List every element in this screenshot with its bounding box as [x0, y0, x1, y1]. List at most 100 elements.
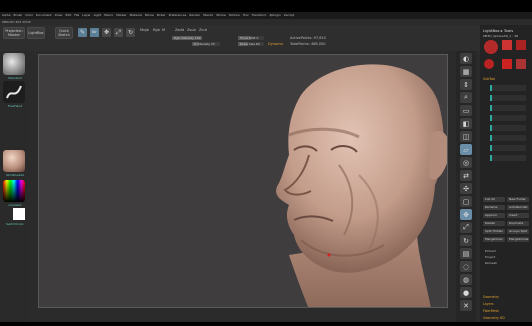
subtool-slot[interactable]	[490, 155, 526, 161]
split-hidden-button[interactable]: Split Hidden	[483, 229, 505, 234]
polyf-button[interactable]: ▤	[460, 248, 472, 259]
zsub-toggle[interactable]: Zsub	[187, 28, 196, 32]
menu-stencil[interactable]: Stencil	[203, 12, 213, 19]
geometry-hd-section[interactable]: Geometry HD	[483, 316, 505, 320]
scale-button[interactable]: ⤢	[114, 28, 123, 37]
tool-thumb-polymesh[interactable]	[502, 59, 512, 69]
move-button[interactable]: ✥	[102, 28, 111, 37]
local-button[interactable]: ◎	[460, 157, 472, 168]
projection-master-button[interactable]: Projection Master	[3, 27, 25, 39]
document-canvas[interactable]	[38, 54, 448, 308]
merge-down-button[interactable]: MergeDown	[483, 237, 505, 242]
mrgb-toggle[interactable]: Mrgb	[140, 28, 149, 32]
persp-button[interactable]: ◫	[460, 131, 472, 142]
tool-thumb-sphere[interactable]	[484, 59, 494, 69]
rgb-intensity-slider[interactable]: Rgb Intensity 100	[172, 36, 202, 40]
groups-split-button[interactable]: Groups Split	[507, 229, 529, 234]
rename-button[interactable]: Rename	[483, 205, 505, 210]
fibermesh-section[interactable]: FiberMesh	[483, 309, 499, 313]
tool-thumb-cylinder[interactable]	[516, 40, 526, 50]
aahalf-button[interactable]: ◧	[460, 118, 472, 129]
rgb-toggle[interactable]: Rgb	[153, 28, 160, 32]
quick-sketch-button[interactable]: Quick Sketch	[55, 27, 73, 39]
tray-title[interactable]: LightBox ▸ Tools	[483, 28, 513, 33]
subtool-slot[interactable]	[490, 125, 526, 131]
draw-button[interactable]: ✏	[90, 28, 99, 37]
menu-color[interactable]: Color	[25, 12, 33, 19]
menu-movie[interactable]: Movie	[145, 12, 154, 19]
menu-edit[interactable]: Edit	[65, 12, 71, 19]
secondary-color-swatch[interactable]	[13, 208, 25, 220]
brush-thumbnail[interactable]	[3, 53, 25, 75]
draw-size-slider[interactable]: Draw Size 64	[238, 42, 264, 46]
tool-thumb-cube[interactable]	[502, 40, 512, 50]
menu-light[interactable]: Light	[94, 12, 102, 19]
geometry-section[interactable]: Geometry	[483, 295, 499, 299]
subtool-slot[interactable]	[490, 95, 526, 101]
menu-brush[interactable]: Brush	[14, 12, 23, 19]
menu-zplugin[interactable]: Zplugin	[269, 12, 280, 19]
zcut-toggle[interactable]: Zcut	[199, 28, 207, 32]
material-thumbnail[interactable]	[3, 150, 25, 172]
zoom-button[interactable]: ⌕	[460, 92, 472, 103]
m-toggle[interactable]: M	[162, 28, 165, 32]
xyz-button[interactable]: ✣	[460, 183, 472, 194]
scale-button[interactable]: ⤢	[460, 222, 472, 233]
menu-tool[interactable]: Tool	[243, 12, 249, 19]
l-sym-button[interactable]: ⇄	[460, 170, 472, 181]
stroke-thumbnail[interactable]	[3, 81, 25, 103]
floor-button[interactable]: ▱	[460, 144, 472, 155]
subtool-slot[interactable]	[490, 145, 526, 151]
menu-macro[interactable]: Macro	[104, 12, 113, 19]
menu-layer[interactable]: Layer	[82, 12, 90, 19]
dynamic-toggle[interactable]: Dynamic	[268, 42, 283, 46]
solo-button[interactable]: ●	[460, 287, 472, 298]
delete-button[interactable]: Delete	[483, 221, 505, 226]
menu-picker[interactable]: Picker	[157, 12, 166, 19]
subtool-header[interactable]: SubTool	[483, 77, 495, 81]
focal-shift-slider[interactable]: Focal Shift 0	[238, 36, 264, 40]
duplicate-button[interactable]: Duplicate	[507, 221, 529, 226]
actual-button[interactable]: ▭	[460, 105, 472, 116]
bpr-button[interactable]: ◐	[460, 53, 472, 64]
subtool-slot[interactable]	[490, 105, 526, 111]
list-all-button[interactable]: List All	[483, 197, 505, 202]
menu-material[interactable]: Material	[130, 12, 142, 19]
menu-preferences[interactable]: Preferences	[169, 12, 187, 19]
menu-render[interactable]: Render	[189, 12, 200, 19]
menu-marker[interactable]: Marker	[116, 12, 126, 19]
subtool-slot[interactable]	[490, 135, 526, 141]
switch-color-label[interactable]: SwitchColor	[2, 222, 28, 226]
tool-thumb-head[interactable]	[484, 40, 498, 54]
menu-transform[interactable]: Transform	[252, 12, 267, 19]
extract-section[interactable]: Extract	[485, 249, 496, 253]
edit-button[interactable]: ✎	[78, 28, 87, 37]
append-button[interactable]: Append	[483, 213, 505, 218]
ghost-button[interactable]: ◍	[460, 274, 472, 285]
subtool-slot[interactable]	[490, 85, 526, 91]
color-picker[interactable]	[3, 180, 25, 202]
menu-document[interactable]: Document	[36, 12, 52, 19]
spix-3-button[interactable]: ▦	[460, 66, 472, 77]
merge-similar-button[interactable]: MergeSimilar	[507, 237, 529, 242]
menu-stroke[interactable]: Stroke	[216, 12, 226, 19]
rotate-button[interactable]: ↻	[126, 28, 135, 37]
menu-alpha[interactable]: Alpha	[2, 12, 11, 19]
insert-button[interactable]: Insert	[507, 213, 529, 218]
rotate-button[interactable]: ↻	[460, 235, 472, 246]
move-button[interactable]: ✥	[460, 209, 472, 220]
menu-zscript[interactable]: Zscript	[284, 12, 294, 19]
z-intensity-slider[interactable]: Z Intensity 25	[192, 42, 220, 46]
auto-reorder-button[interactable]: AutoReorder	[507, 205, 529, 210]
frame-button[interactable]: ▢	[460, 196, 472, 207]
menu-texture[interactable]: Texture	[229, 12, 240, 19]
zadd-toggle[interactable]: Zadd	[175, 28, 184, 32]
menu-file[interactable]: File	[74, 12, 79, 19]
subtool-slot[interactable]	[490, 115, 526, 121]
tool-thumb-star[interactable]	[516, 59, 526, 69]
new-folder-button[interactable]: New Folder	[507, 197, 529, 202]
menu-draw[interactable]: Draw	[55, 12, 63, 19]
project-section[interactable]: Project	[485, 255, 495, 259]
scroll-button[interactable]: ⇕	[460, 79, 472, 90]
layers-section[interactable]: Layers	[483, 302, 494, 306]
